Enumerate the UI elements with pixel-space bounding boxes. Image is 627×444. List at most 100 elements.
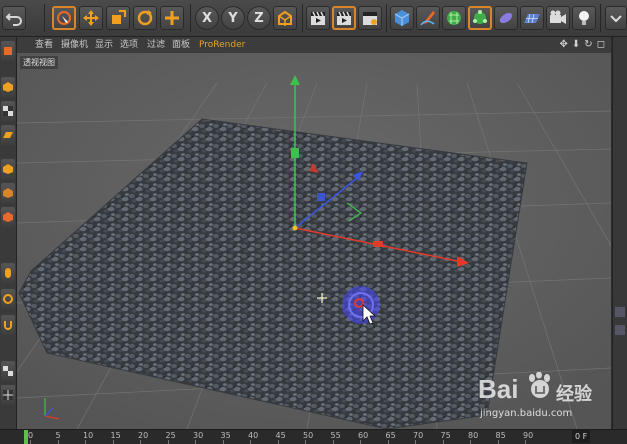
snap-button[interactable] [1, 315, 15, 335]
baidu-jingyan-watermark: Bai 经验 jingyan.baidu.com [478, 372, 618, 426]
workplane-grid-icon [3, 390, 13, 400]
planar-workplane-button[interactable] [1, 385, 15, 405]
timeline-tick-mark [250, 440, 251, 444]
editable-icon [4, 47, 12, 55]
workplane-icon [3, 132, 13, 138]
timeline-tick-mark [442, 440, 444, 444]
mouse-click-indicator [342, 286, 380, 325]
points-mode-button[interactable] [1, 159, 15, 179]
viewport-menu-panel[interactable]: 面板 [172, 37, 190, 53]
cloner-button[interactable] [468, 6, 492, 30]
render-to-picture-viewer-button[interactable] [332, 6, 356, 30]
workplane-button[interactable] [1, 125, 15, 145]
scale-icon [112, 10, 126, 24]
live-selection-icon [57, 11, 71, 25]
timeline-tick-mark [277, 440, 279, 444]
texture-mode-button[interactable] [1, 101, 15, 121]
viewport-menu-options[interactable]: 选项 [120, 37, 138, 53]
floor-button[interactable] [520, 6, 544, 30]
pen-icon [420, 11, 435, 26]
viewport-menubar: 查看 摄像机 显示 选项 过滤 面板 ProRender ✥ ⬇ ↻ ◻ [17, 37, 611, 54]
move-tool-button[interactable] [79, 6, 103, 30]
edges-icon [3, 188, 13, 198]
render-settings-button[interactable] [358, 6, 382, 30]
right-panel [612, 37, 627, 429]
current-frame-readout: 0 F [572, 430, 591, 443]
mouse-icon [5, 268, 11, 278]
perspective-viewport[interactable]: 查看 摄像机 显示 选项 过滤 面板 ProRender ✥ ⬇ ↻ ◻ 透视视… [17, 37, 611, 429]
panel-tab[interactable] [615, 307, 625, 317]
baidu-paw-logo [529, 372, 550, 398]
viewport-menu-display[interactable]: 显示 [95, 37, 113, 53]
viewport-scene[interactable] [17, 53, 611, 429]
enable-axis-button[interactable] [1, 263, 15, 283]
left-toolbar [0, 37, 17, 429]
render-view-button[interactable] [306, 6, 330, 30]
make-editable-button[interactable] [1, 41, 15, 61]
polygons-mode-button[interactable] [1, 207, 15, 227]
polygons-icon [3, 212, 13, 222]
render-settings-icon [363, 12, 377, 25]
timeline-tick-mark [470, 440, 471, 444]
checker-icon [3, 106, 13, 116]
timeline-tick-mark [57, 440, 59, 444]
subdivision-surface-button[interactable] [442, 6, 466, 30]
light-bulb-icon [579, 11, 589, 25]
undo-button[interactable] [2, 6, 26, 30]
timeline-tick-mark [415, 440, 416, 444]
add-tool-button[interactable] [160, 6, 184, 30]
coordinate-system-button[interactable] [273, 6, 297, 30]
timeline-tick-mark [497, 440, 499, 444]
viewport-menu-cameras[interactable]: 摄像机 [61, 37, 88, 53]
view-label: 透视视图 [20, 56, 58, 69]
timeline-tick-mark [525, 440, 526, 444]
layout-button[interactable] [605, 6, 627, 30]
axis-z-button[interactable]: Z [247, 6, 271, 30]
floor-icon [524, 13, 540, 24]
magnet-icon [4, 321, 12, 330]
timeline-tick-mark [140, 440, 141, 444]
move-view-icon[interactable]: ✥ [560, 39, 568, 51]
jingyan-text: 经验 [556, 384, 592, 405]
move-icon [83, 10, 99, 26]
deformer-button[interactable] [494, 6, 518, 30]
lock-workplane-button[interactable] [1, 361, 15, 381]
timeline-tick-mark [112, 440, 114, 444]
subdivision-icon [447, 11, 461, 25]
scale-tool-button[interactable] [106, 6, 130, 30]
edges-mode-button[interactable] [1, 183, 15, 203]
timeline-tick-mark [195, 440, 196, 444]
tweak-icon [3, 294, 13, 304]
timeline-tick-mark [332, 440, 334, 444]
model-mode-button[interactable] [1, 77, 15, 97]
model-mode-icon [3, 82, 13, 92]
viewport-navigation: ✥ ⬇ ↻ ◻ [560, 39, 605, 51]
timeline-ruler[interactable]: 0 F 0 5 10 15 20 25 30 35 40 45 50 55 60 65 70 75 80 85 90 [0, 429, 627, 444]
axis-x-label: X [201, 10, 213, 26]
zoom-view-icon[interactable]: ⬇ [572, 39, 580, 51]
main-toolbar: X Y Z [0, 0, 627, 37]
axis-y-button[interactable]: Y [221, 6, 245, 30]
pen-spline-button[interactable] [416, 6, 440, 30]
light-button[interactable] [572, 6, 596, 30]
cube-primitive-button[interactable] [390, 6, 414, 30]
clapboard-icon [311, 11, 325, 25]
rotate-tool-button[interactable] [133, 6, 157, 30]
plus-icon [165, 11, 179, 25]
coordinate-system-icon [278, 10, 292, 26]
live-selection-button[interactable] [52, 6, 76, 30]
cube-icon [394, 10, 410, 26]
panel-tab[interactable] [615, 325, 625, 335]
viewport-menu-filter[interactable]: 过滤 [147, 37, 165, 53]
tweak-mode-button[interactable] [1, 289, 15, 309]
viewport-menu-prorender[interactable]: ProRender [199, 37, 245, 53]
camera-icon [550, 10, 566, 24]
rotate-view-icon[interactable]: ↻ [584, 39, 592, 51]
maximize-view-icon[interactable]: ◻ [597, 39, 605, 51]
timeline-tick-mark [387, 440, 389, 444]
camera-button[interactable] [546, 6, 570, 30]
grid-lock-icon [3, 366, 13, 376]
timeline-tick-mark [222, 440, 224, 444]
viewport-menu-view[interactable]: 查看 [35, 37, 53, 53]
axis-x-button[interactable]: X [195, 6, 219, 30]
